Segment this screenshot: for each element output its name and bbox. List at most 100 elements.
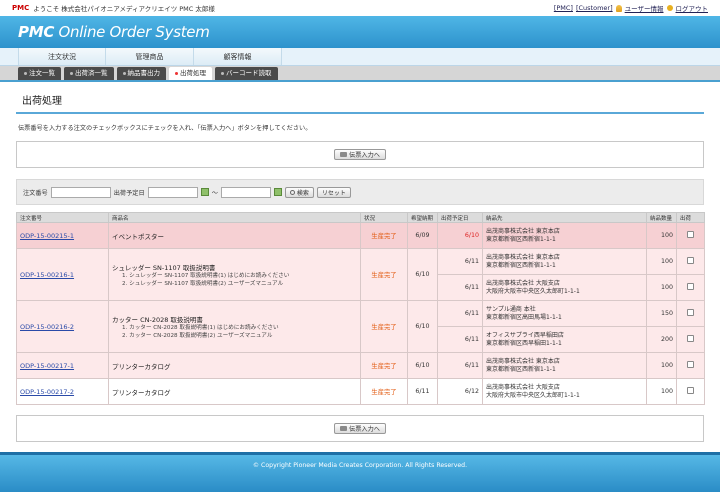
- destination: サンプル通商 本社 東京都新宿区高田馬場1-1-1: [482, 300, 647, 327]
- status-badge: 生産完了: [360, 222, 408, 249]
- bullet-icon: [221, 72, 224, 75]
- desired-date: 6/10: [407, 300, 438, 353]
- app-logo[interactable]: PMC Online Order System: [18, 23, 210, 41]
- destination: 出茂商事株式会社 東京本店 東京都新宿区西新宿1-1-1: [482, 222, 647, 249]
- table-header-row: 注文番号 商品名 状況 希望納期 出荷予定日 納品先 納品数量 出荷: [16, 212, 705, 223]
- pmc-link[interactable]: [PMC]: [554, 4, 573, 12]
- tab-shipped-list[interactable]: 出荷済一覧: [64, 67, 114, 80]
- quantity: 100: [646, 222, 677, 249]
- status-badge: 生産完了: [360, 378, 408, 405]
- col-status: 状況: [360, 212, 408, 223]
- ship-date: 6/12: [437, 378, 483, 405]
- table-row: ODP-15-00217-1 プリンターカタログ 生産完了 6/10 6/11 …: [16, 352, 705, 379]
- ship-date-label: 出荷予定日: [113, 189, 145, 197]
- bullet-icon: [175, 72, 178, 75]
- order-link[interactable]: ODP-15-00216-1: [20, 271, 74, 279]
- pmc-mini-logo: PMC: [12, 3, 30, 12]
- col-desired-date: 希望納期: [407, 212, 438, 223]
- bottom-button-box: 伝票入力へ: [16, 415, 704, 442]
- app-header: PMC Online Order System: [0, 16, 720, 48]
- table-row: ODP-15-00216-2 カッター CN-2028 取扱説明書 1. カッタ…: [16, 300, 705, 353]
- ship-checkbox[interactable]: [687, 387, 694, 394]
- content-area: 出荷処理 伝票番号を入力する注文のチェックボックスにチェックを入れ、「伝票入力へ…: [0, 92, 720, 442]
- order-link[interactable]: ODP-15-00217-2: [20, 388, 74, 396]
- tab-shipping[interactable]: 出荷処理: [169, 67, 212, 80]
- col-ship: 出荷: [676, 212, 705, 223]
- table-row: ODP-15-00215-1 イベントポスター 生産完了 6/09 6/10 出…: [16, 222, 705, 249]
- ship-checkbox[interactable]: [687, 283, 694, 290]
- quantity: 150: [646, 300, 677, 327]
- destination: 出茂商事株式会社 東京本店 東京都新宿区西新宿1-1-1: [482, 248, 647, 275]
- quantity: 100: [646, 378, 677, 405]
- ship-checkbox[interactable]: [687, 361, 694, 368]
- status-badge: 生産完了: [360, 352, 408, 379]
- greeting-text: ようこそ 株式会社パイオニアメディアクリエイツ PMC 太郎様: [33, 5, 215, 13]
- ship-date: 6/11: [437, 248, 483, 275]
- ship-checkbox[interactable]: [687, 257, 694, 264]
- logout-link[interactable]: ログアウト: [676, 3, 709, 13]
- search-icon: [289, 189, 295, 195]
- order-link[interactable]: ODP-15-00216-2: [20, 323, 74, 331]
- tab-order-list[interactable]: 注文一覧: [18, 67, 61, 80]
- calendar-icon[interactable]: [200, 188, 209, 196]
- calendar-icon[interactable]: [273, 188, 282, 196]
- bullet-icon: [70, 72, 73, 75]
- desired-date: 6/10: [407, 248, 438, 301]
- table-row: ODP-15-00217-2 プリンターカタログ 生産完了 6/11 6/12 …: [16, 378, 705, 405]
- desired-date: 6/10: [407, 352, 438, 379]
- page-title: 出荷処理: [16, 92, 704, 114]
- destination: オフィスサプライ西早稲田店 東京都新宿区西早稲田1-1-1: [482, 326, 647, 353]
- ship-date: 6/11: [437, 326, 483, 353]
- order-link[interactable]: ODP-15-00215-1: [20, 232, 74, 240]
- order-number-label: 注文番号: [23, 189, 48, 197]
- main-nav-products[interactable]: 管理商品: [106, 48, 194, 65]
- col-product: 商品名: [108, 212, 361, 223]
- user-info-link[interactable]: ユーザー情報: [625, 3, 664, 13]
- slip-input-button-top[interactable]: 伝票入力へ: [334, 149, 386, 160]
- bullet-icon: [122, 72, 126, 75]
- status-badge: 生産完了: [360, 300, 408, 353]
- truck-icon: [340, 426, 348, 431]
- ship-date: 6/11: [437, 352, 483, 379]
- shipping-table: 注文番号 商品名 状況 希望納期 出荷予定日 納品先 納品数量 出荷 ODP-1…: [16, 212, 705, 405]
- search-button[interactable]: 検索: [284, 186, 314, 198]
- footer: © Copyright Pioneer Media Creates Corpor…: [0, 452, 720, 492]
- reset-button[interactable]: リセット: [316, 186, 351, 198]
- col-order-number: 注文番号: [16, 212, 109, 223]
- tab-barcode[interactable]: バーコード読取: [215, 67, 278, 80]
- top-bar: PMC ようこそ 株式会社パイオニアメディアクリエイツ PMC 太郎様 [PMC…: [0, 0, 720, 16]
- bullet-icon: [24, 72, 27, 75]
- order-link[interactable]: ODP-15-00217-1: [20, 362, 74, 370]
- main-nav: 注文状況 管理商品 顧客情報: [0, 48, 720, 66]
- main-nav-orders[interactable]: 注文状況: [18, 48, 106, 65]
- order-number-input[interactable]: [50, 186, 111, 198]
- product-name: プリンターカタログ: [112, 362, 171, 371]
- quantity: 200: [646, 326, 677, 353]
- destination: 出茂商事株式会社 大阪支店 大阪府大阪市中央区久太郎町1-1-1: [482, 274, 647, 301]
- ship-date-to-input[interactable]: [220, 186, 271, 198]
- truck-icon: [340, 152, 348, 157]
- main-nav-customers[interactable]: 顧客情報: [194, 48, 282, 65]
- ship-date-from-input[interactable]: [147, 186, 198, 198]
- logout-icon: [666, 5, 673, 11]
- instruction-text: 伝票番号を入力する注文のチェックボックスにチェックを入れ、「伝票入力へ」ボタンを…: [18, 125, 312, 132]
- copyright-text: © Copyright Pioneer Media Creates Corpor…: [252, 462, 468, 469]
- col-quantity: 納品数量: [646, 212, 677, 223]
- destination: 出茂商事株式会社 東京本店 東京都新宿区西新宿1-1-1: [482, 352, 647, 379]
- quantity: 100: [646, 274, 677, 301]
- ship-checkbox[interactable]: [687, 335, 694, 342]
- top-button-box: 伝票入力へ: [16, 141, 704, 168]
- quantity: 100: [646, 352, 677, 379]
- tab-delivery-slip[interactable]: 納品書出力: [116, 67, 166, 80]
- ship-checkbox[interactable]: [687, 309, 694, 316]
- customer-link[interactable]: [Customer]: [576, 4, 613, 12]
- ship-checkbox[interactable]: [687, 231, 694, 238]
- desired-date: 6/09: [407, 222, 438, 249]
- slip-input-button-bottom[interactable]: 伝票入力へ: [334, 423, 386, 434]
- status-badge: 生産完了: [360, 248, 408, 301]
- sub-nav: 注文一覧 出荷済一覧 納品書出力 出荷処理 バーコード読取: [0, 66, 720, 82]
- product-sub-item: 2. シュレッダー SN-1107 取扱説明書(2) ユーザーズマニュアル: [122, 280, 284, 287]
- destination: 出茂商事株式会社 大阪支店 大阪府大阪市中央区久太郎町1-1-1: [482, 378, 647, 405]
- product-name: プリンターカタログ: [112, 388, 171, 397]
- product-sub-item: 2. カッター CN-2028 取扱説明書(2) ユーザーズマニュアル: [122, 332, 273, 339]
